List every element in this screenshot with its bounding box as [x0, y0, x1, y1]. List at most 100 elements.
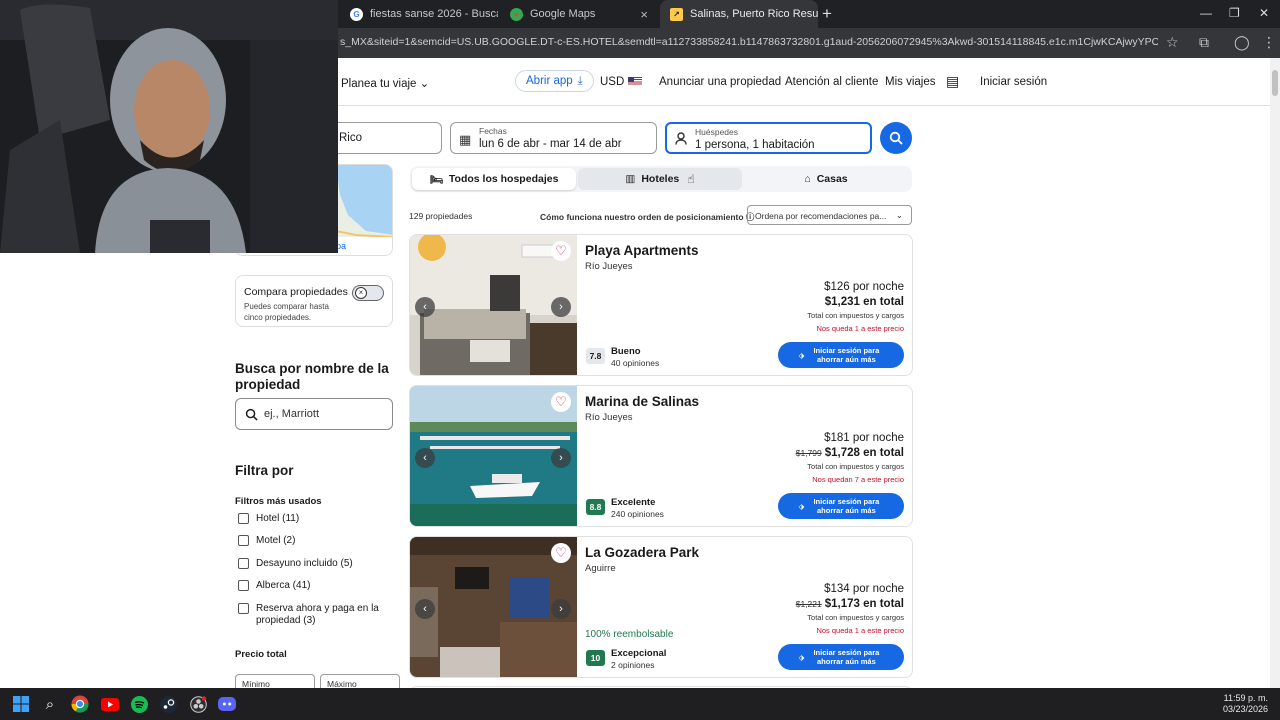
favorite-heart-icon[interactable]: ♡: [551, 392, 571, 412]
review-score: 10: [586, 650, 605, 666]
hotel-name[interactable]: Playa Apartments: [585, 243, 699, 258]
favorite-heart-icon[interactable]: ♡: [551, 543, 571, 563]
filter-hotel[interactable]: Hotel (11): [238, 513, 299, 525]
price-min-label: Mínimo: [242, 679, 270, 688]
windows-start-icon[interactable]: [11, 694, 31, 714]
open-app-button[interactable]: Abrir app ⤓: [515, 70, 594, 92]
tag-icon: ⬗: [798, 501, 805, 511]
messages-icon[interactable]: ▤: [946, 73, 959, 90]
hotel-photo[interactable]: ♡ ‹ ›: [410, 386, 577, 526]
system-clock[interactable]: 11:59 p. m. 03/23/2026: [1223, 693, 1268, 715]
guests-field[interactable]: Huéspedes 1 persona, 1 habitación: [665, 122, 872, 154]
compare-toggle[interactable]: ×: [352, 285, 384, 301]
cta-label: Iniciar sesión para ahorrar aún más: [813, 346, 880, 364]
property-search-title: Busca por nombre de la propiedad: [235, 361, 389, 392]
rating-word: Excelente: [611, 497, 656, 508]
person-icon: [675, 132, 687, 148]
scrollbar-thumb[interactable]: [1272, 70, 1278, 96]
extensions-icon[interactable]: ⧉: [1199, 34, 1209, 51]
prev-photo-icon[interactable]: ‹: [415, 297, 435, 317]
tab-houses[interactable]: ⌂ Casas: [744, 168, 908, 190]
fees-note: Total con impuestos y cargos: [807, 311, 904, 320]
signin-save-button[interactable]: ⬗ Iniciar sesión para ahorrar aún más: [778, 644, 904, 670]
filter-label: Reserva ahora y paga en la propiedad (3): [256, 603, 379, 626]
tab-label: Casas: [816, 173, 848, 185]
restore-icon[interactable]: ❐: [1229, 6, 1240, 20]
price-total: $1,231 en total: [825, 296, 904, 308]
url-field[interactable]: s_MX&siteid=1&semcid=US.UB.GOOGLE.DT-c-E…: [340, 36, 1158, 48]
result-card[interactable]: ♡ ‹ › Playa Apartments Río Jueyes 7.8 Bu…: [409, 234, 913, 376]
hotel-name[interactable]: Marina de Salinas: [585, 394, 699, 409]
spotify-icon[interactable]: [129, 694, 149, 714]
tab-google-search[interactable]: G fiestas sanse 2026 - Buscar con ×: [340, 0, 498, 28]
dates-field[interactable]: ▦ Fechas lun 6 de abr - mar 14 de abr: [450, 122, 657, 154]
destination-field[interactable]: Rico: [330, 122, 442, 154]
hotel-icon: ▥: [625, 173, 636, 185]
discord-icon[interactable]: [217, 694, 237, 714]
tab-google-maps[interactable]: ● Google Maps ×: [500, 0, 658, 28]
close-window-icon[interactable]: ✕: [1259, 6, 1269, 20]
cta-label: Iniciar sesión para ahorrar aún más: [813, 648, 880, 666]
obs-icon[interactable]: [188, 694, 208, 714]
chevron-down-icon: ⌄: [895, 210, 903, 220]
new-tab-icon[interactable]: +: [822, 4, 832, 24]
filter-pay-at-property[interactable]: Reserva ahora y paga en la propiedad (3): [238, 603, 388, 627]
profile-icon[interactable]: ◯: [1234, 34, 1250, 51]
webcam-overlay: [0, 0, 338, 253]
hotel-photo[interactable]: ♡ ‹ ›: [410, 537, 577, 677]
guests-label: Huéspedes: [695, 127, 739, 137]
checkbox[interactable]: [238, 580, 249, 591]
support-link[interactable]: Atención al cliente: [785, 76, 878, 88]
filter-label: Desayuno incluido (5): [256, 558, 353, 569]
checkbox[interactable]: [238, 603, 249, 614]
list-property-link[interactable]: Anunciar una propiedad: [659, 76, 781, 88]
filter-breakfast[interactable]: Desayuno incluido (5): [238, 558, 353, 570]
search-button[interactable]: [880, 122, 912, 154]
price-min-field[interactable]: Mínimo: [235, 674, 315, 688]
filter-label: Alberca (41): [256, 580, 311, 591]
next-photo-icon[interactable]: ›: [551, 297, 571, 317]
youtube-icon[interactable]: [100, 694, 120, 714]
checkbox[interactable]: [238, 558, 249, 569]
minimize-icon[interactable]: —: [1200, 6, 1212, 20]
download-icon: ⤓: [577, 74, 583, 87]
property-name-search[interactable]: ej., Marriott: [235, 398, 393, 430]
hotel-photo[interactable]: ♡ ‹ ›: [410, 235, 577, 375]
tab-hotels[interactable]: ▥ Hoteles ☝: [578, 168, 742, 190]
prev-photo-icon[interactable]: ‹: [415, 448, 435, 468]
currency-selector[interactable]: USD: [600, 76, 643, 88]
chrome-icon[interactable]: [70, 694, 90, 714]
trips-link[interactable]: Mis viajes: [885, 76, 935, 88]
next-photo-icon[interactable]: ›: [551, 448, 571, 468]
prev-photo-icon[interactable]: ‹: [415, 599, 435, 619]
total-value: $1,728 en total: [824, 447, 904, 459]
next-photo-icon[interactable]: ›: [551, 599, 571, 619]
sort-dropdown[interactable]: Ordena por recomendaciones pa... ⌄: [747, 205, 912, 225]
filter-pool[interactable]: Alberca (41): [238, 580, 310, 592]
ranking-info-link[interactable]: Cómo funciona nuestro orden de posiciona…: [540, 211, 754, 223]
search-icon[interactable]: ⌕: [40, 694, 60, 714]
signin-save-button[interactable]: ⬗ Iniciar sesión para ahorrar aún más: [778, 493, 904, 519]
result-card[interactable]: ♡ ‹ › La Gozadera Park Aguirre 100% reem…: [409, 536, 913, 678]
plan-trip-menu[interactable]: Planea tu viaje ⌄: [341, 76, 429, 90]
old-price: $1,221: [795, 599, 822, 609]
steam-icon[interactable]: [158, 694, 178, 714]
checkbox[interactable]: [238, 535, 249, 546]
close-tab-icon[interactable]: ×: [640, 7, 648, 22]
dates-label: Fechas: [479, 126, 507, 136]
tab-expedia-results[interactable]: ↗ Salinas, Puerto Rico Resultados ×: [660, 0, 818, 28]
checkbox[interactable]: [238, 513, 249, 524]
price-max-field[interactable]: Máximo: [320, 674, 400, 688]
signin-link[interactable]: Iniciar sesión: [980, 76, 1047, 88]
hotel-name[interactable]: La Gozadera Park: [585, 545, 699, 560]
tab-all-stays[interactable]: 🛏︎ Todos los hospedajes: [412, 168, 576, 190]
filter-label: Motel (2): [256, 535, 296, 546]
bookmark-star-icon[interactable]: ☆: [1166, 34, 1179, 51]
filter-motel[interactable]: Motel (2): [238, 535, 295, 547]
result-card[interactable]: ♡ ‹ › Marina de Salinas Río Jueyes 8.8 E…: [409, 385, 913, 527]
signin-save-button[interactable]: ⬗ Iniciar sesión para ahorrar aún más: [778, 342, 904, 368]
menu-icon[interactable]: ⋮: [1262, 34, 1276, 51]
favorite-heart-icon[interactable]: ♡: [551, 241, 571, 261]
page-scrollbar[interactable]: [1270, 58, 1280, 688]
search-icon: [245, 408, 258, 421]
